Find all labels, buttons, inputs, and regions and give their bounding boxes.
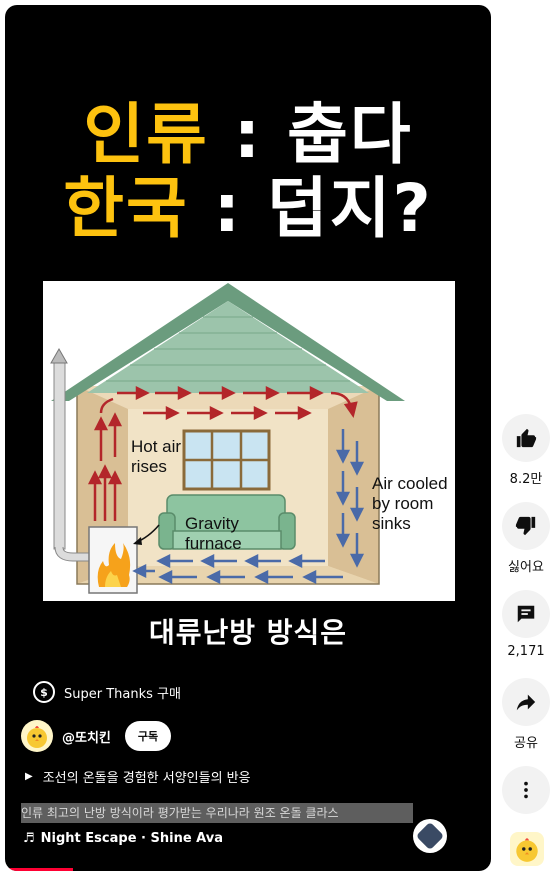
like-action: 8.2만 [500,414,552,487]
shorts-player[interactable]: 인류 : 춥다 한국 : 덥지? Hot air rises Gravity f… [5,5,491,871]
more-icon [524,781,528,799]
share-label: 공유 [514,736,538,751]
more-action [500,766,552,814]
comment-icon [517,605,535,623]
dislike-label: 싫어요 [508,560,544,575]
audio-source-avatar[interactable] [510,832,544,866]
play-icon: ▶ [25,771,33,782]
share-icon [516,694,536,711]
comment-count: 2,171 [507,644,545,659]
channel-row: @또치킨 구독 [21,718,172,754]
comment-button[interactable] [502,590,550,638]
label-air-cooled: Air cooled by room sinks [372,474,448,533]
music-disc-icon [415,821,445,851]
headline-line-2-rest: : 덥지? [188,170,433,247]
like-button[interactable] [502,414,550,462]
super-thanks-label: Super Thanks 구매 [64,686,181,702]
dislike-icon [515,516,536,536]
channel-name[interactable]: @또치킨 [62,727,111,746]
related-video-title: 조선의 온돌을 경험한 서양인들의 반응 [42,771,251,786]
share-action: 공유 [500,678,552,751]
label-gravity-furnace: Gravity furnace [185,514,242,553]
headline-line-2: 한국 : 덥지? [5,171,491,247]
headline-line-2-highlight: 한국 [63,170,189,247]
like-icon [516,428,537,448]
music-track-label: Night Escape · Shine Ava [40,831,224,846]
headline-line-1-rest: : 춥다 [208,96,413,173]
dislike-action: 싫어요 [500,502,552,575]
video-caption: 대류난방 방식은 [148,616,348,649]
super-thanks-button[interactable]: $ Super Thanks 구매 [33,678,181,706]
music-thumbnail[interactable] [413,819,447,853]
channel-avatar[interactable] [21,720,53,752]
dislike-button[interactable] [502,502,550,550]
progress-bar[interactable] [5,868,74,871]
music-track-link[interactable]: ♬ Night Escape · Shine Ava [23,831,223,846]
headline-line-1-highlight: 인류 [83,96,209,173]
headline-line-1: 인류 : 춥다 [5,97,491,173]
like-count: 8.2만 [509,472,543,487]
related-video-link[interactable]: ▶ 조선의 온돌을 경험한 서양인들의 반응 [25,767,251,786]
more-button[interactable] [502,766,550,814]
share-button[interactable] [502,678,550,726]
video-description[interactable]: 인류 최고의 난방 방식이라 평가받는 우리나라 원조 온돌 클라스 [21,803,413,823]
super-thanks-icon: $ [33,681,55,703]
convection-heating-diagram: Hot air rises Gravity furnace Air cooled by… [43,281,455,601]
subscribe-button[interactable]: 구독 [124,721,172,751]
comment-action: 2,171 [500,590,552,659]
music-note-icon: ♬ [23,831,35,846]
